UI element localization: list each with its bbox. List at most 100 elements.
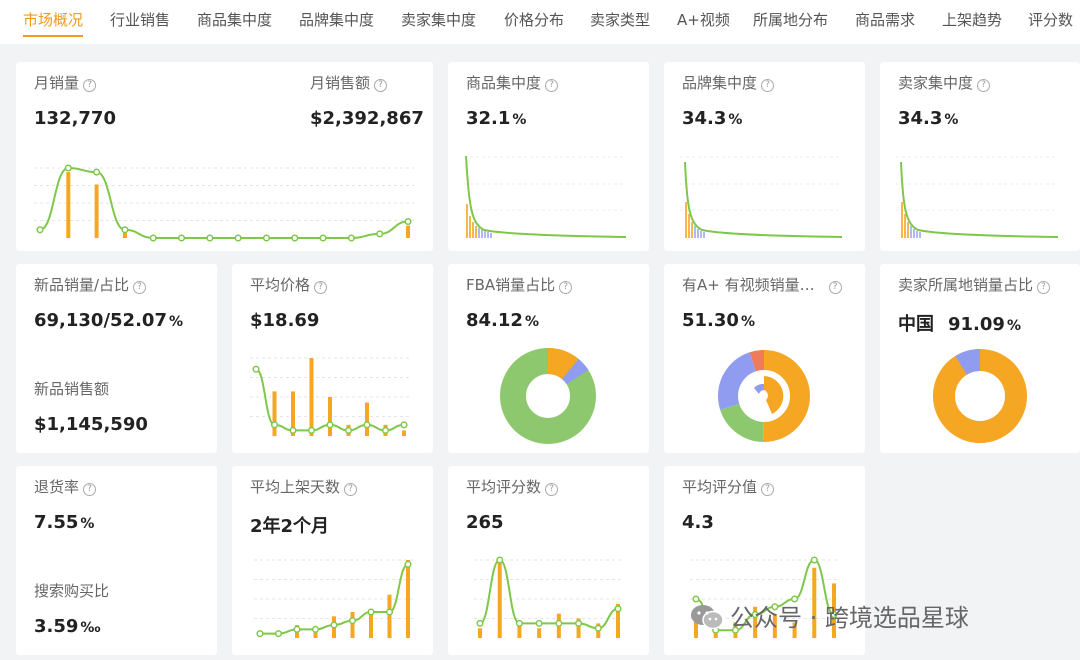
line-point bbox=[344, 426, 353, 434]
metric-value: 中国 91.09% bbox=[898, 314, 1021, 335]
bar-mark bbox=[328, 397, 332, 436]
line-point bbox=[311, 625, 320, 633]
line-point bbox=[293, 625, 301, 633]
card-return-rate: 退货率? 7.55% 搜索购买比 3.59 ‰ bbox=[16, 466, 217, 655]
tab-price-distribution[interactable]: 价格分布 bbox=[504, 9, 564, 30]
metric-label: FBA销量占比? bbox=[466, 274, 573, 295]
help-icon[interactable]: ? bbox=[977, 79, 991, 92]
help-icon[interactable]: ? bbox=[761, 79, 775, 92]
line-point bbox=[319, 234, 327, 242]
line-point bbox=[575, 619, 583, 627]
tab-seller-concentration[interactable]: 卖家集中度 bbox=[401, 9, 476, 30]
help-icon[interactable]: ? bbox=[828, 281, 842, 294]
help-icon[interactable]: ? bbox=[83, 79, 97, 92]
metric-value: 84.12% bbox=[466, 310, 539, 331]
bar-mark bbox=[309, 358, 314, 436]
line-point bbox=[262, 234, 271, 242]
tab-rating-count[interactable]: 评分数 bbox=[1028, 9, 1073, 30]
line-point bbox=[256, 630, 264, 638]
metric-value: $18.69 bbox=[250, 310, 320, 331]
seller-location-donut-chart bbox=[933, 349, 1027, 443]
metric-value: 3.59 ‰ bbox=[34, 616, 101, 637]
fba-donut-chart bbox=[500, 348, 596, 444]
line-point bbox=[404, 217, 412, 226]
line-point bbox=[376, 230, 384, 238]
active-tab-indicator bbox=[23, 35, 84, 37]
tab-listing-trend[interactable]: 上架趋势 bbox=[942, 9, 1002, 30]
card-avg-rating-count: 平均评分数? 265 bbox=[448, 466, 649, 655]
metric-label: 平均评分数? bbox=[466, 476, 559, 497]
card-product-concentration: 商品集中度? 32.1% bbox=[448, 62, 649, 251]
line-point bbox=[476, 619, 484, 627]
tab-industry-sales[interactable]: 行业销售 bbox=[110, 9, 170, 30]
metric-label: 平均价格? bbox=[250, 274, 328, 295]
help-icon[interactable]: ? bbox=[83, 483, 97, 496]
metric-label: 新品销售额 bbox=[34, 380, 110, 398]
line-point bbox=[252, 365, 260, 373]
metric-label: 有A+ 有视频销量…? bbox=[682, 274, 842, 295]
card-aplus-video: 有A+ 有视频销量…? 51.30% bbox=[664, 264, 865, 453]
bar-mark bbox=[402, 430, 406, 436]
line-point bbox=[326, 421, 334, 429]
line-point bbox=[515, 619, 523, 627]
bar-mark bbox=[369, 612, 373, 638]
aplus-donut-chart bbox=[718, 350, 810, 442]
help-icon[interactable]: ? bbox=[559, 281, 573, 294]
tab-label: A+视频 bbox=[677, 11, 730, 29]
card-brand-concentration: 品牌集中度? 34.3% bbox=[664, 62, 865, 251]
bar-mark bbox=[365, 402, 369, 436]
line-point bbox=[274, 630, 283, 638]
tab-label: 所属地分布 bbox=[753, 11, 829, 29]
tab-label: 卖家集中度 bbox=[401, 11, 477, 29]
tab-product-demand[interactable]: 商品需求 bbox=[855, 9, 915, 30]
tab-aplus-video[interactable]: A+视频 bbox=[677, 9, 730, 30]
metric-label: 平均上架天数? bbox=[250, 476, 358, 497]
monthly-sales-chart bbox=[34, 164, 414, 242]
line-point bbox=[614, 605, 622, 613]
line-point bbox=[810, 556, 818, 564]
metric-value: 34.3% bbox=[682, 108, 743, 129]
metric-value: 2年2个月 bbox=[250, 516, 330, 537]
line-point bbox=[347, 234, 355, 242]
tab-label: 品牌集中度 bbox=[299, 11, 375, 29]
line-point bbox=[381, 426, 390, 434]
card-avg-price: 平均价格? $18.69 bbox=[232, 264, 433, 453]
metric-label: 新品销量/占比? bbox=[34, 274, 147, 295]
help-icon[interactable]: ? bbox=[133, 281, 147, 294]
metric-value: 4.3 bbox=[682, 512, 714, 533]
tab-brand-concentration[interactable]: 品牌集中度 bbox=[299, 9, 374, 30]
tab-label: 卖家类型 bbox=[590, 11, 651, 29]
line-point bbox=[93, 168, 101, 176]
metric-value: 69,130/52.07% bbox=[34, 310, 184, 331]
bar-mark bbox=[406, 560, 410, 638]
help-icon[interactable]: ? bbox=[545, 483, 559, 496]
bar-mark bbox=[66, 172, 71, 238]
help-icon[interactable]: ? bbox=[761, 483, 775, 496]
tab-label: 行业销售 bbox=[110, 11, 171, 29]
tab-location-distribution[interactable]: 所属地分布 bbox=[753, 9, 828, 30]
help-icon[interactable]: ? bbox=[344, 483, 358, 496]
seller-concentration-chart bbox=[896, 156, 1059, 238]
line-point bbox=[149, 234, 157, 242]
line-point bbox=[400, 421, 408, 429]
tab-label: 市场概况 bbox=[23, 11, 84, 29]
help-icon[interactable]: ? bbox=[314, 281, 328, 294]
line-point bbox=[307, 426, 316, 434]
metric-value: 34.3% bbox=[898, 108, 959, 129]
line-point bbox=[535, 619, 543, 627]
card-new-products: 新品销量/占比? 69,130/52.07% 新品销售额 $1,145,590 bbox=[16, 264, 217, 453]
help-icon[interactable]: ? bbox=[1037, 281, 1051, 294]
metric-label: 商品集中度? bbox=[466, 72, 559, 93]
metric-value: $1,145,590 bbox=[34, 414, 148, 435]
tab-label: 商品需求 bbox=[855, 11, 916, 29]
tab-market-overview[interactable]: 市场概况 bbox=[23, 9, 84, 37]
bar-mark bbox=[406, 225, 410, 238]
help-icon[interactable]: ? bbox=[545, 79, 559, 92]
tab-product-concentration[interactable]: 商品集中度 bbox=[197, 9, 272, 30]
metric-label: 搜索购买比 bbox=[34, 582, 110, 600]
metric-value: 32.1% bbox=[466, 108, 527, 129]
help-icon[interactable]: ? bbox=[374, 79, 388, 92]
tab-seller-type[interactable]: 卖家类型 bbox=[590, 9, 650, 30]
tab-label: 评分数 bbox=[1028, 11, 1074, 29]
line-point bbox=[36, 226, 44, 234]
